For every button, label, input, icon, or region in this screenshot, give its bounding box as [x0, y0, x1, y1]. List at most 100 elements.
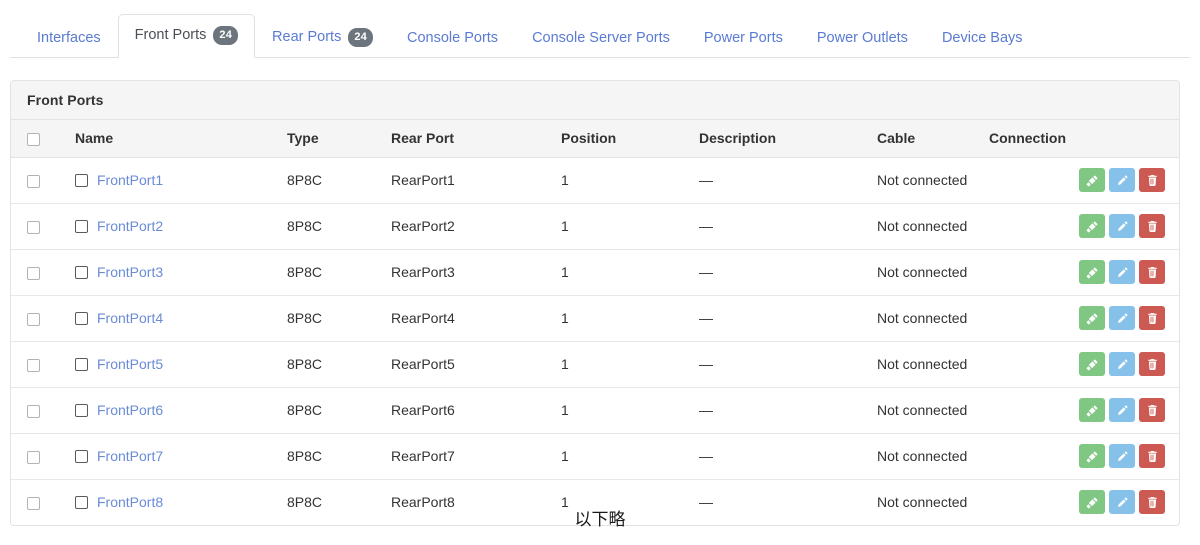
cell-cable: Not connected: [869, 203, 981, 250]
column-header-cable[interactable]: Cable: [869, 120, 981, 158]
row-select-cell: [11, 387, 67, 434]
cell-cable: Not connected: [869, 433, 981, 480]
row-select-checkbox[interactable]: [27, 220, 40, 234]
connect-cable-button[interactable]: [1079, 444, 1105, 468]
cell-description: —: [691, 387, 869, 434]
delete-port-button[interactable]: [1139, 398, 1165, 422]
tab-label: Rear Ports: [272, 28, 342, 45]
delete-port-button[interactable]: [1139, 306, 1165, 330]
tab-badge-count: 24: [348, 28, 373, 47]
column-header-rear-port[interactable]: Rear Port: [383, 120, 553, 158]
cell-rear-port: RearPort2: [383, 203, 553, 250]
connect-cable-button[interactable]: [1079, 398, 1105, 422]
connect-cable-button[interactable]: [1079, 214, 1105, 238]
tab-power-ports[interactable]: Power Ports: [687, 20, 800, 58]
connect-cable-button[interactable]: [1079, 168, 1105, 192]
edit-port-button[interactable]: [1109, 260, 1135, 284]
column-header-name[interactable]: Name: [67, 120, 279, 158]
row-select-cell: [11, 433, 67, 480]
front-port-link[interactable]: FrontPort6: [97, 402, 163, 418]
edit-port-button[interactable]: [1109, 168, 1135, 192]
table-row: FrontPort3 8P8C RearPort3 1— Not connected: [11, 249, 1179, 296]
tab-device-bays[interactable]: Device Bays: [925, 20, 1040, 58]
tab-label: Power Ports: [703, 29, 783, 46]
cell-actions: [1037, 387, 1179, 434]
delete-port-button[interactable]: [1139, 168, 1165, 192]
tab-front-ports[interactable]: Front Ports 24: [117, 14, 256, 58]
front-port-link[interactable]: FrontPort2: [97, 218, 163, 234]
cell-type: 8P8C: [279, 203, 383, 250]
edit-port-button[interactable]: [1109, 214, 1135, 238]
select-all-checkbox[interactable]: [27, 132, 40, 146]
cell-description: —: [691, 433, 869, 480]
cell-cable: Not connected: [869, 249, 981, 296]
trash-delete-icon: [1147, 220, 1157, 232]
trash-delete-icon: [1147, 358, 1157, 370]
front-port-link[interactable]: FrontPort1: [97, 172, 163, 188]
row-select-checkbox[interactable]: [27, 358, 40, 372]
tab-rear-ports[interactable]: Rear Ports 24: [255, 18, 390, 58]
column-header-type[interactable]: Type: [279, 120, 383, 158]
cell-connection: [981, 203, 1037, 250]
cell-type: 8P8C: [279, 157, 383, 204]
cell-name: FrontPort6: [67, 387, 279, 434]
tab-console-ports[interactable]: Console Ports: [390, 20, 515, 58]
pencil-edit-icon: [1117, 404, 1128, 415]
row-select-checkbox[interactable]: [27, 312, 40, 326]
front-port-icon: [75, 449, 88, 463]
column-header-position[interactable]: Position: [553, 120, 691, 158]
edit-port-button[interactable]: [1109, 444, 1135, 468]
column-header-description[interactable]: Description: [691, 120, 869, 158]
row-select-checkbox[interactable]: [27, 174, 40, 188]
cable-connect-icon: [1086, 267, 1097, 278]
delete-port-button[interactable]: [1139, 260, 1165, 284]
cell-rear-port: RearPort5: [383, 341, 553, 388]
row-select-checkbox[interactable]: [27, 266, 40, 280]
delete-port-button[interactable]: [1139, 352, 1165, 376]
tab-interfaces[interactable]: Interfaces: [20, 20, 118, 58]
connect-cable-button[interactable]: [1079, 306, 1105, 330]
front-port-link[interactable]: FrontPort3: [97, 264, 163, 280]
front-port-icon: [75, 357, 88, 371]
cable-connect-icon: [1086, 451, 1097, 462]
cell-name: FrontPort5: [67, 341, 279, 388]
device-component-tabs: Interfaces Front Ports 24 Rear Ports 24 …: [10, 0, 1190, 58]
front-port-link[interactable]: FrontPort7: [97, 448, 163, 464]
table-row: FrontPort5 8P8C RearPort5 1— Not connected: [11, 341, 1179, 388]
front-port-icon: [75, 173, 88, 187]
cell-cable: Not connected: [869, 157, 981, 204]
cell-position: 1: [553, 203, 691, 250]
edit-port-button[interactable]: [1109, 398, 1135, 422]
table-row: FrontPort7 8P8C RearPort7 1— Not connected: [11, 433, 1179, 480]
edit-port-button[interactable]: [1109, 306, 1135, 330]
connect-cable-button[interactable]: [1079, 260, 1105, 284]
delete-port-button[interactable]: [1139, 214, 1165, 238]
cell-position: 1: [553, 433, 691, 480]
table-row: FrontPort1 8P8C RearPort1 1— Not connected: [11, 157, 1179, 204]
cell-description: —: [691, 203, 869, 250]
column-header-connection[interactable]: Connection: [981, 120, 1066, 158]
cell-name: FrontPort7: [67, 433, 279, 480]
cable-connect-icon: [1086, 175, 1097, 186]
row-select-checkbox[interactable]: [27, 450, 40, 464]
cell-connection: [981, 157, 1037, 204]
tab-label: Device Bays: [941, 29, 1023, 46]
pencil-edit-icon: [1117, 174, 1128, 185]
trash-delete-icon: [1147, 174, 1157, 186]
pencil-edit-icon: [1117, 358, 1128, 369]
row-select-checkbox[interactable]: [27, 404, 40, 418]
cell-position: 1: [553, 249, 691, 296]
cell-actions: [1037, 433, 1179, 480]
edit-port-button[interactable]: [1109, 352, 1135, 376]
cell-actions: [1037, 341, 1179, 388]
trash-delete-icon: [1147, 266, 1157, 278]
cell-type: 8P8C: [279, 341, 383, 388]
tab-power-outlets[interactable]: Power Outlets: [800, 20, 925, 58]
front-port-link[interactable]: FrontPort5: [97, 356, 163, 372]
cell-connection: [981, 387, 1037, 434]
front-port-link[interactable]: FrontPort4: [97, 310, 163, 326]
connect-cable-button[interactable]: [1079, 352, 1105, 376]
cell-description: —: [691, 295, 869, 342]
tab-console-server-ports[interactable]: Console Server Ports: [515, 20, 687, 58]
delete-port-button[interactable]: [1139, 444, 1165, 468]
